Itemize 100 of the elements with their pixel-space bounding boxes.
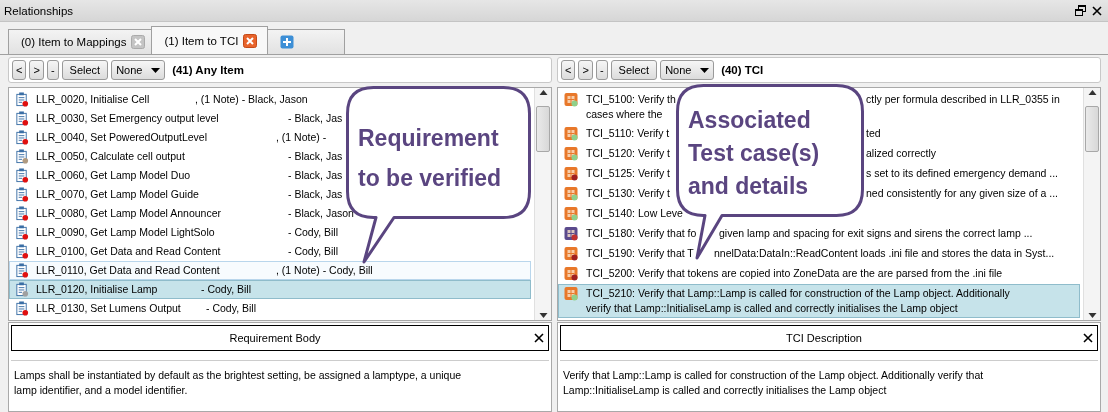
filter-dropdown[interactable]: None bbox=[111, 60, 166, 80]
document-icon bbox=[15, 130, 29, 145]
scrollbar[interactable] bbox=[1083, 88, 1100, 320]
scroll-down-icon[interactable] bbox=[538, 311, 548, 320]
row-text: LLR_0080, Get Lamp Model Announcer bbox=[36, 206, 222, 221]
nav-button[interactable]: > bbox=[578, 60, 593, 80]
row-text: LLR_0040, Set PoweredOutputLevel bbox=[36, 130, 208, 145]
callout-text: Associated Test case(s) and details bbox=[688, 106, 820, 201]
close-icon[interactable] bbox=[1083, 333, 1093, 343]
document-icon bbox=[15, 282, 29, 297]
test-case-icon bbox=[564, 266, 579, 282]
close-icon[interactable] bbox=[1092, 5, 1102, 16]
document-icon bbox=[15, 225, 29, 240]
row-text: ned consistently for any given size of a ... bbox=[866, 186, 1059, 201]
row-text: TCI_5140: Low Leve bbox=[586, 206, 683, 221]
list-heading: (40) TCI bbox=[721, 64, 764, 76]
scroll-up-icon[interactable] bbox=[1087, 88, 1097, 97]
row-text: LLR_0110, Get Data and Read Content bbox=[36, 263, 220, 278]
select-button[interactable]: Select bbox=[610, 60, 658, 80]
scroll-down-icon[interactable] bbox=[1087, 311, 1097, 320]
row-text: TCI_5120: Verify t bbox=[586, 146, 671, 161]
row-text: LLR_0120, Initialise Lamp bbox=[36, 282, 158, 297]
nav-button[interactable]: > bbox=[29, 60, 44, 80]
row-text: ctly per formula described in LLR_0355 in bbox=[866, 92, 1060, 107]
callout-text: Requirement to be verified bbox=[358, 124, 502, 193]
row-text: - Black, Jas bbox=[288, 111, 343, 126]
row-text: s set to its defined emergency demand ... bbox=[866, 166, 1059, 181]
row-text: TCI_5180: Verify that fo bbox=[586, 226, 697, 241]
row-text: TCI_5210: Verify that Lamp::Lamp is called for construction of the Lamp object. Additionally bbox=[586, 286, 1010, 301]
test-case-icon bbox=[564, 186, 579, 202]
window-title: Relationships bbox=[4, 4, 75, 17]
row-text: , (1 Note) - Cody, Bill bbox=[276, 263, 373, 278]
row-text: - Black, Jas bbox=[288, 149, 343, 164]
row-text: LLR_0090, Get Lamp Model LightSolo bbox=[36, 225, 215, 240]
row-text: - Cody, Bill bbox=[288, 225, 338, 240]
row-text: TCI_5125: Verify t bbox=[586, 166, 671, 181]
list-row[interactable]: LLR_0110, Get Data and Read Content , (1 Note) - Cody, Bill bbox=[9, 261, 531, 280]
nav-button[interactable]: < bbox=[561, 60, 576, 80]
detail-text: Lamps shall be instantiated by default as the brightest setting, be assigned a lamptype, a unique lamp identifier, and a model identifier. bbox=[14, 368, 463, 398]
row-text: alized correctly bbox=[866, 146, 937, 161]
row-text: LLR_0030, Set Emergency output level bbox=[36, 111, 219, 126]
detail-text: Verify that Lamp::Lamp is called for construction of the Lamp object. Additionally verify that Lamp::InitialiseLamp is called and correctly initialises the Lamp object bbox=[563, 368, 985, 398]
filter-dropdown[interactable]: None bbox=[660, 60, 715, 80]
row-text: - Black, Jason bbox=[288, 206, 354, 221]
nav-button[interactable]: < bbox=[12, 60, 27, 80]
caret-icon bbox=[151, 67, 161, 73]
row-text: LLR_0060, Get Lamp Model Duo bbox=[36, 168, 191, 183]
row-text: - Cody, Bill bbox=[288, 244, 338, 259]
row-text: , (1 Note) - Black, Jason bbox=[195, 92, 308, 107]
detail-title: Requirement Body bbox=[228, 332, 322, 344]
nav-button[interactable]: - bbox=[595, 60, 608, 80]
select-button[interactable]: Select bbox=[61, 60, 109, 80]
document-icon bbox=[15, 92, 29, 107]
document-icon bbox=[15, 187, 29, 202]
row-text: cases where the bbox=[586, 107, 663, 122]
row-text: TCI_5130: Verify t bbox=[586, 186, 671, 201]
scroll-thumb[interactable] bbox=[1085, 106, 1099, 152]
test-case-icon bbox=[564, 166, 579, 182]
add-tab-button[interactable] bbox=[267, 29, 346, 54]
row-text: LLR_0050, Calculate cell output bbox=[36, 149, 185, 164]
row-text: LLR_0070, Get Lamp Model Guide bbox=[36, 187, 199, 202]
row-text: LLR_0020, Initialise Cell bbox=[36, 92, 150, 107]
list-heading: (41) Any Item bbox=[172, 64, 244, 76]
plus-icon bbox=[280, 35, 295, 49]
scrollbar[interactable] bbox=[534, 88, 551, 320]
list-row[interactable]: TCI_5210: Verify that Lamp::Lamp is called for construction of the Lamp object. Additionally verify that Lamp::InitialiseLamp is called and correctly initialises the Lamp object bbox=[558, 284, 1080, 318]
list-row[interactable]: LLR_0120, Initialise Lamp - Cody, Bill bbox=[9, 280, 531, 299]
close-icon[interactable] bbox=[534, 333, 544, 343]
nav-button[interactable]: - bbox=[46, 60, 59, 80]
test-case-icon bbox=[564, 146, 579, 162]
tab[interactable]: (1) Item to TCI bbox=[151, 26, 269, 54]
caret-icon bbox=[700, 67, 710, 73]
row-text: TCI_5100: Verify th bbox=[586, 92, 676, 107]
row-text: - Black, Jas bbox=[288, 187, 343, 202]
row-text: LLR_0100, Get Data and Read Content bbox=[36, 244, 221, 259]
row-text: LLR_0130, Set Lumens Output bbox=[36, 301, 181, 316]
test-case-icon bbox=[564, 92, 579, 108]
document-icon bbox=[15, 149, 29, 164]
close-tab-icon[interactable] bbox=[243, 33, 258, 48]
restore-icon[interactable] bbox=[1075, 5, 1086, 16]
test-case-icon bbox=[564, 246, 579, 262]
row-text: TCI_5110: Verify t bbox=[586, 126, 670, 141]
document-icon bbox=[15, 301, 29, 316]
detail-title: TCI Description bbox=[785, 332, 863, 344]
test-case-icon bbox=[564, 226, 579, 242]
scroll-thumb[interactable] bbox=[536, 106, 550, 152]
document-icon bbox=[15, 168, 29, 183]
tab[interactable]: (0) Item to Mappings bbox=[8, 29, 153, 54]
row-text: verify that Lamp::InitialiseLamp is called and correctly initialises the Lamp object bbox=[586, 301, 958, 316]
row-text: TCI_5190: Verify that T bbox=[586, 246, 694, 261]
test-case-icon bbox=[564, 206, 579, 222]
test-case-icon bbox=[564, 286, 579, 302]
document-icon bbox=[15, 263, 29, 278]
row-text: nnelData:DataIn::ReadContent loads .ini file and stores the data in Syst... bbox=[714, 246, 1055, 261]
row-text: TCI_5200: Verify that tokens are copied into ZoneData are the are parsed from the .ini file bbox=[586, 266, 1003, 281]
row-text: , (1 Note) - bbox=[276, 130, 327, 145]
row-text: ted bbox=[866, 126, 881, 141]
test-case-icon bbox=[564, 126, 579, 142]
scroll-up-icon[interactable] bbox=[538, 88, 548, 97]
row-text: - Black, Jas bbox=[288, 168, 343, 183]
